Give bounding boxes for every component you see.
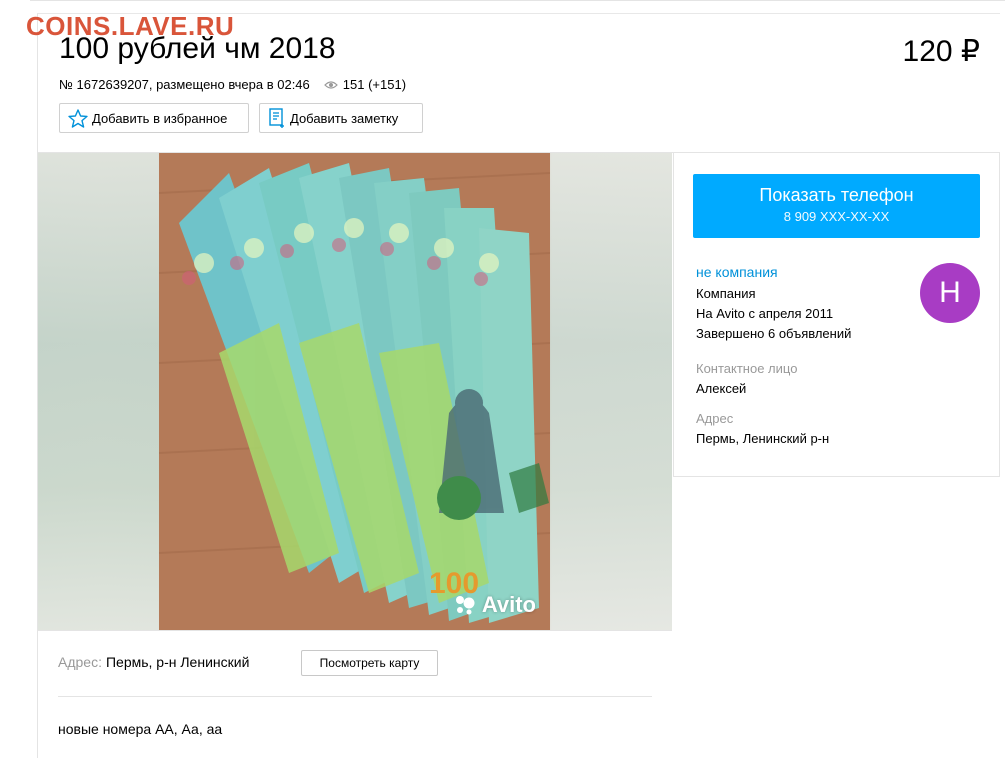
location-value: Пермь, р-н Ленинский	[105, 654, 250, 670]
show-map-button[interactable]: Посмотреть карту	[301, 650, 438, 676]
listing-photo[interactable]: 100 Avito	[159, 153, 550, 630]
views-count: 151 (+151)	[342, 77, 407, 92]
show-phone-number: 8 909 XXX-XX-XX	[783, 209, 890, 224]
star-icon	[68, 108, 88, 128]
avito-watermark-text: Avito	[481, 592, 536, 617]
seller-completed: Завершено 6 объявлений	[696, 326, 852, 341]
avito-watermark: Avito	[454, 592, 536, 618]
gallery-bottom-border	[38, 630, 672, 631]
photo-gallery[interactable]: 100 Avito	[38, 153, 672, 630]
banknotes-image: 100	[159, 153, 550, 630]
seller-name-link[interactable]: не компания	[696, 264, 778, 280]
show-phone-title: Показать телефон	[759, 185, 914, 205]
listing-number: № 1672639207, размещено вчера в 02:46	[59, 77, 310, 92]
add-to-favorites-button[interactable]: Добавить в избранное	[59, 103, 249, 133]
location-row: Адрес: Пермь, р-н Ленинский	[58, 654, 249, 670]
seller-since: На Avito с апреля 2011	[696, 306, 834, 321]
note-icon	[269, 108, 284, 128]
favorites-label: Добавить в избранное	[92, 110, 228, 126]
site-watermark: COINS.LAVE.RU	[26, 11, 235, 41]
show-phone-button[interactable]: Показать телефон 8 909 XXX-XX-XX	[693, 174, 980, 238]
sidebar-address-label: Адрес	[696, 411, 734, 426]
top-border	[30, 0, 1005, 1]
views-counter: 151 (+151)	[323, 77, 407, 92]
contact-person-label: Контактное лицо	[696, 361, 798, 376]
description-divider	[58, 696, 652, 697]
contact-person-name: Алексей	[696, 381, 747, 396]
add-note-button[interactable]: Добавить заметку	[259, 103, 423, 133]
sidebar-address-value: Пермь, Ленинский р-н	[696, 431, 830, 446]
seller-type: Компания	[696, 286, 756, 301]
location-label: Адрес:	[58, 654, 102, 670]
seller-avatar[interactable]: Н	[920, 263, 980, 323]
listing-price: 120 ₽	[902, 35, 980, 68]
listing-meta: № 1672639207, размещено вчера в 02:46 15…	[59, 77, 406, 92]
eye-icon	[323, 80, 338, 89]
avito-logo-icon	[455, 596, 475, 615]
gallery-blur-right	[550, 153, 672, 630]
listing-description: новые номера АА, Аа, аа	[58, 721, 223, 737]
gallery-blur-left	[38, 153, 159, 630]
note-label: Добавить заметку	[290, 110, 399, 126]
